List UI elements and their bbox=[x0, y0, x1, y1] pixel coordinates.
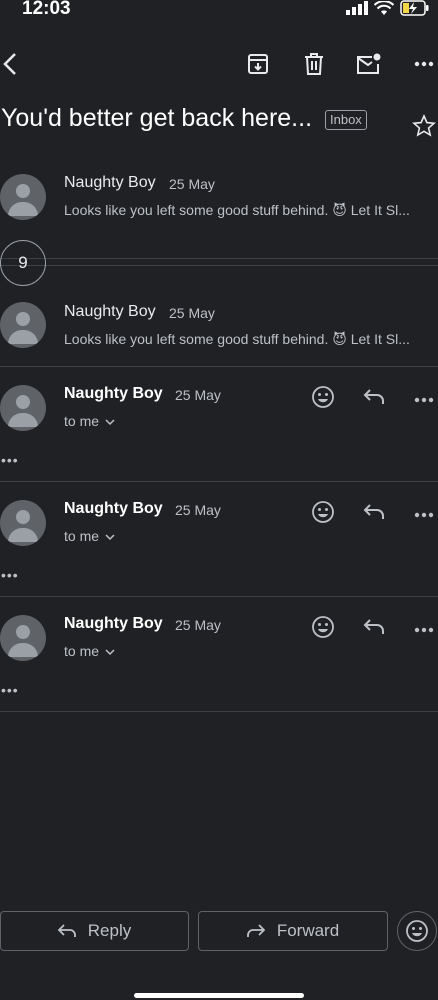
show-trimmed-content-button[interactable]: ••• bbox=[1, 682, 19, 698]
message-divider bbox=[0, 596, 438, 597]
recipient-details-toggle[interactable]: to me bbox=[64, 413, 115, 429]
avatar bbox=[0, 500, 46, 546]
message-divider bbox=[0, 711, 438, 712]
react-button[interactable] bbox=[307, 383, 339, 415]
status-time: 12:03 bbox=[22, 0, 71, 19]
thread-subject: You'd better get back here... bbox=[1, 104, 313, 132]
collapsed-count-button[interactable]: 9 bbox=[0, 240, 46, 286]
archive-icon bbox=[248, 54, 268, 74]
more-horizontal-icon bbox=[414, 505, 434, 523]
message-date: 25 May bbox=[169, 305, 215, 321]
show-trimmed-content-button[interactable]: ••• bbox=[1, 567, 19, 583]
star-icon bbox=[412, 114, 436, 137]
sender-name: Naughty Boy bbox=[64, 500, 163, 517]
message-date: 25 May bbox=[175, 502, 221, 518]
star-button[interactable] bbox=[408, 110, 438, 142]
status-icons bbox=[346, 0, 430, 16]
avatar bbox=[0, 302, 46, 348]
sender-name: Naughty Boy bbox=[64, 615, 163, 632]
forward-button[interactable]: Forward bbox=[198, 911, 388, 951]
archive-button[interactable] bbox=[242, 48, 274, 80]
smiley-icon bbox=[406, 920, 428, 942]
forward-label: Forward bbox=[276, 921, 340, 940]
sender-name: Naughty Boy bbox=[64, 174, 156, 191]
inbox-label[interactable]: Inbox bbox=[325, 110, 367, 130]
message-date: 25 May bbox=[169, 176, 215, 192]
avatar bbox=[0, 615, 46, 661]
trash-icon bbox=[305, 53, 323, 75]
recipient-label: to me bbox=[64, 413, 100, 429]
back-arrow-icon bbox=[3, 53, 16, 75]
avatar bbox=[0, 174, 46, 220]
reply-message-button[interactable] bbox=[358, 613, 390, 645]
emoji-react-button[interactable] bbox=[397, 911, 437, 951]
sender-name: Naughty Boy bbox=[64, 385, 163, 402]
recipient-details-toggle[interactable]: to me bbox=[64, 643, 115, 659]
more-options-button[interactable] bbox=[408, 48, 438, 80]
smiley-icon bbox=[311, 385, 335, 414]
recipient-label: to me bbox=[64, 528, 100, 544]
battery-charging-icon bbox=[400, 0, 429, 16]
reply-message-button[interactable] bbox=[358, 498, 390, 530]
chevron-down-icon bbox=[105, 419, 115, 426]
wifi-icon bbox=[374, 0, 394, 15]
reply-icon bbox=[57, 924, 76, 937]
back-button[interactable] bbox=[0, 48, 26, 80]
reply-icon bbox=[363, 618, 385, 641]
recipient-label: to me bbox=[64, 643, 100, 659]
smiley-icon bbox=[311, 615, 335, 644]
message-divider bbox=[0, 481, 438, 482]
collapsed-divider bbox=[0, 258, 438, 259]
sender-name: Naughty Boy bbox=[64, 303, 156, 320]
message-snippet: Looks like you left some good stuff behi… bbox=[64, 331, 410, 347]
more-horizontal-icon bbox=[414, 61, 434, 67]
more-horizontal-icon bbox=[414, 620, 434, 638]
message-more-button[interactable] bbox=[408, 498, 438, 530]
avatar bbox=[0, 385, 46, 431]
forward-icon bbox=[246, 924, 265, 937]
message-date: 25 May bbox=[175, 617, 221, 633]
recipient-details-toggle[interactable]: to me bbox=[64, 528, 115, 544]
react-button[interactable] bbox=[307, 613, 339, 645]
more-horizontal-icon bbox=[414, 390, 434, 408]
message-divider bbox=[0, 366, 438, 367]
chevron-down-icon bbox=[105, 649, 115, 656]
collapsed-divider bbox=[0, 265, 438, 266]
reply-label: Reply bbox=[87, 921, 132, 940]
message-more-button[interactable] bbox=[408, 383, 438, 415]
signal-icon bbox=[346, 1, 368, 15]
reply-icon bbox=[363, 503, 385, 526]
message-snippet: Looks like you left some good stuff behi… bbox=[64, 202, 410, 218]
show-trimmed-content-button[interactable]: ••• bbox=[1, 452, 19, 468]
message-date: 25 May bbox=[175, 387, 221, 403]
react-button[interactable] bbox=[307, 498, 339, 530]
smiley-icon bbox=[311, 500, 335, 529]
reply-button[interactable]: Reply bbox=[0, 911, 189, 951]
mark-unread-button[interactable] bbox=[353, 48, 385, 80]
mark-unread-icon bbox=[357, 53, 381, 74]
home-indicator bbox=[134, 993, 304, 998]
reply-icon bbox=[363, 388, 385, 411]
delete-button[interactable] bbox=[298, 48, 330, 80]
chevron-down-icon bbox=[105, 534, 115, 541]
reply-message-button[interactable] bbox=[358, 383, 390, 415]
message-more-button[interactable] bbox=[408, 613, 438, 645]
